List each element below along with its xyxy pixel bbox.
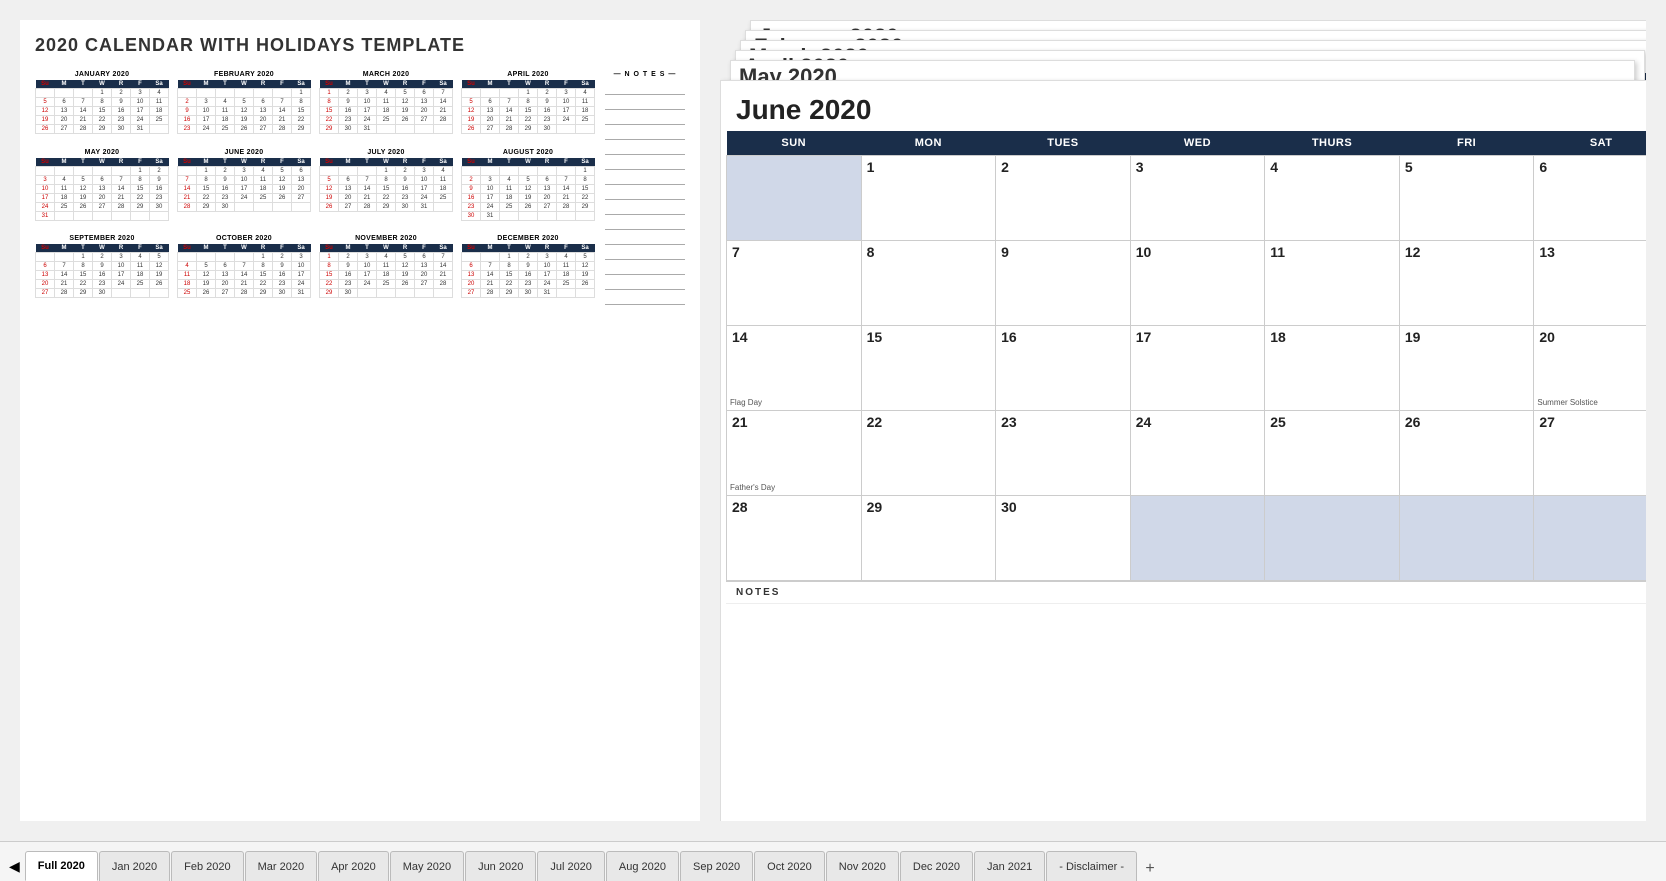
tab-bar: ◀ Full 2020Jan 2020Feb 2020Mar 2020Apr 2…: [0, 841, 1666, 881]
tab-prev[interactable]: ◀: [5, 851, 24, 881]
mini-month-2: MARCH 2020SuMTWRFSa123456789101112131415…: [319, 71, 453, 141]
tab-5[interactable]: May 2020: [390, 851, 464, 881]
mini-month-8: SEPTEMBER 2020SuMTWRFSa12345678910111213…: [35, 235, 169, 305]
june-calendar-table: SUNMONTUESWEDTHURSFRISAT 123456789101112…: [726, 131, 1646, 581]
tab-13[interactable]: Jan 2021: [974, 851, 1045, 881]
left-panel: 2020 CALENDAR WITH HOLIDAYS TEMPLATE JAN…: [20, 20, 700, 821]
tab-add-button[interactable]: +: [1138, 857, 1162, 881]
mini-month-10: NOVEMBER 2020SuMTWRFSa123456789101112131…: [319, 235, 453, 305]
tab-0[interactable]: Full 2020: [25, 851, 98, 881]
left-content: JANUARY 2020SuMTWRFSa1234567891011121314…: [35, 71, 685, 305]
tab-3[interactable]: Mar 2020: [245, 851, 317, 881]
mini-month-0: JANUARY 2020SuMTWRFSa1234567891011121314…: [35, 71, 169, 141]
full-calendar-title: June 2020: [726, 86, 1646, 131]
tab-4[interactable]: Apr 2020: [318, 851, 389, 881]
tab-2[interactable]: Feb 2020: [171, 851, 243, 881]
mini-month-1: FEBRUARY 2020SuMTWRFSa123456789101112131…: [177, 71, 311, 141]
mini-month-6: JULY 2020SuMTWRFSa1234567891011121314151…: [319, 149, 453, 228]
full-calendar: June 2020 SUNMONTUESWEDTHURSFRISAT 12345…: [721, 81, 1646, 663]
mini-month-11: DECEMBER 2020SuMTWRFSa123456789101112131…: [461, 235, 595, 305]
stacked-calendars: January 2020 SUN MON TUES WED THURS FRI …: [720, 20, 1646, 821]
mini-month-5: JUNE 2020SuMTWRFSa1234567891011121314151…: [177, 149, 311, 228]
june-calendar-page: June 2020 SUNMONTUESWEDTHURSFRISAT 12345…: [720, 80, 1646, 821]
tab-12[interactable]: Dec 2020: [900, 851, 973, 881]
right-panel: January 2020 SUN MON TUES WED THURS FRI …: [720, 20, 1646, 821]
tab-11[interactable]: Nov 2020: [826, 851, 899, 881]
mini-month-9: OCTOBER 2020SuMTWRFSa1234567891011121314…: [177, 235, 311, 305]
tab-6[interactable]: Jun 2020: [465, 851, 536, 881]
notes-column: — N O T E S —: [605, 71, 685, 305]
notes-col-title: — N O T E S —: [605, 71, 685, 78]
months-grid: JANUARY 2020SuMTWRFSa1234567891011121314…: [35, 71, 595, 305]
mini-month-3: APRIL 2020SuMTWRFSa123456789101112131415…: [461, 71, 595, 141]
tab-10[interactable]: Oct 2020: [754, 851, 825, 881]
tabs-container: Full 2020Jan 2020Feb 2020Mar 2020Apr 202…: [25, 851, 1137, 881]
tab-1[interactable]: Jan 2020: [99, 851, 170, 881]
main-area: 2020 CALENDAR WITH HOLIDAYS TEMPLATE JAN…: [0, 0, 1666, 841]
tab-14[interactable]: - Disclaimer -: [1046, 851, 1137, 881]
mini-month-7: AUGUST 2020SuMTWRFSa12345678910111213141…: [461, 149, 595, 228]
tab-9[interactable]: Sep 2020: [680, 851, 753, 881]
page-title: 2020 CALENDAR WITH HOLIDAYS TEMPLATE: [35, 35, 685, 56]
tab-7[interactable]: Jul 2020: [537, 851, 605, 881]
june-notes-label: NOTES: [726, 581, 1646, 603]
june-notes-area: [726, 603, 1646, 658]
mini-month-4: MAY 2020SuMTWRFSa12345678910111213141516…: [35, 149, 169, 228]
tab-8[interactable]: Aug 2020: [606, 851, 679, 881]
notes-col-lines: [605, 83, 685, 305]
